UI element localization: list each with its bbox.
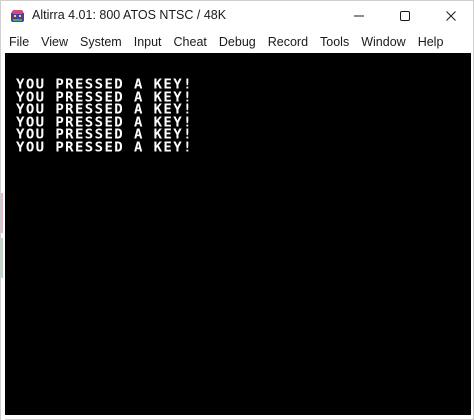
menu-bar: File View System Input Cheat Debug Recor… [1,31,473,53]
title-bar[interactable]: Altirra 4.01: 800 ATOS NTSC / 48K [1,1,473,31]
altirra-app-icon[interactable] [9,8,26,24]
edge-mark [1,238,3,278]
maximize-button[interactable] [382,1,428,31]
screen-line: YOU PRESSED A KEY! [16,140,193,156]
close-button[interactable] [428,1,474,31]
screen-text: YOU PRESSED A KEY! YOU PRESSED A KEY! YO… [16,78,193,156]
menu-debug[interactable]: Debug [213,31,262,53]
minimize-button[interactable] [336,1,382,31]
menu-system[interactable]: System [74,31,128,53]
menu-view[interactable]: View [35,31,74,53]
close-icon [446,11,456,21]
emulator-window: Altirra 4.01: 800 ATOS NTSC / 48K File V… [0,0,474,420]
menu-tools[interactable]: Tools [314,31,355,53]
menu-file[interactable]: File [1,31,35,53]
edge-mark [1,193,3,233]
minimize-icon [354,15,364,17]
emulator-display[interactable]: YOU PRESSED A KEY! YOU PRESSED A KEY! YO… [5,53,471,415]
menu-window[interactable]: Window [355,31,411,53]
menu-cheat[interactable]: Cheat [168,31,213,53]
maximize-icon [400,11,410,21]
window-title: Altirra 4.01: 800 ATOS NTSC / 48K [32,8,227,22]
menu-help[interactable]: Help [412,31,450,53]
menu-input[interactable]: Input [128,31,168,53]
menu-record[interactable]: Record [262,31,314,53]
